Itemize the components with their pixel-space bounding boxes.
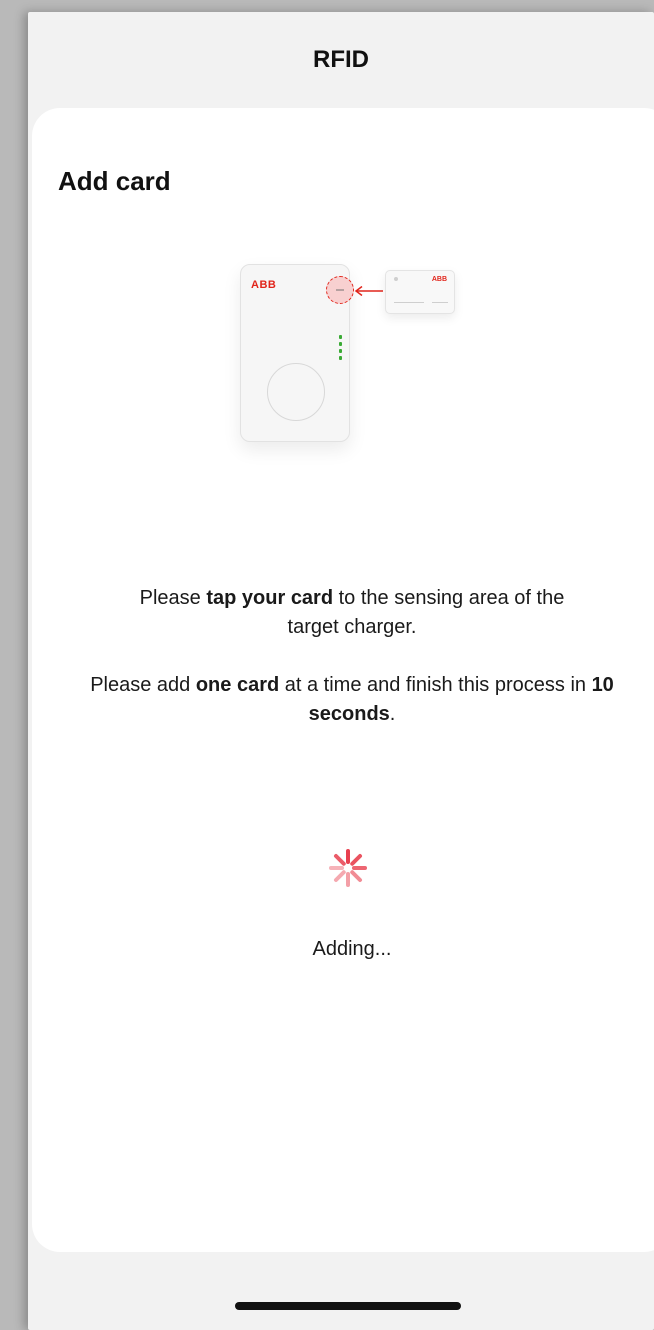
instructions: Please tap your card to the sensing area… — [32, 584, 654, 758]
charger-ring — [267, 363, 325, 421]
card-logo: ABB — [431, 276, 447, 283]
charger-status-leds — [339, 335, 342, 363]
instruction-tap: Please tap your card to the sensing area… — [139, 587, 565, 638]
status-text: Adding... — [312, 938, 392, 960]
page-title: RFID — [313, 46, 369, 73]
tap-card-illustration: ABB ABB — [228, 256, 468, 456]
rfid-card-image: ABB — [385, 270, 455, 314]
app-screen: RFID Add card ABB ABB Please tap your ca… — [28, 12, 654, 1330]
charger-image: ABB — [240, 264, 354, 442]
arrow-left-icon — [354, 286, 383, 296]
loading-spinner-icon — [329, 849, 367, 887]
home-indicator[interactable] — [235, 1302, 461, 1310]
instruction-one-card: Please add one card at a time and finish… — [90, 674, 614, 725]
card-dot — [394, 277, 398, 281]
add-card-sheet: Add card ABB ABB Please tap your card to… — [32, 108, 654, 1252]
sensing-area-marker — [326, 276, 354, 304]
navigation-bar: RFID — [28, 12, 654, 108]
sheet-title: Add card — [58, 166, 171, 196]
charger-logo: ABB — [251, 279, 277, 291]
